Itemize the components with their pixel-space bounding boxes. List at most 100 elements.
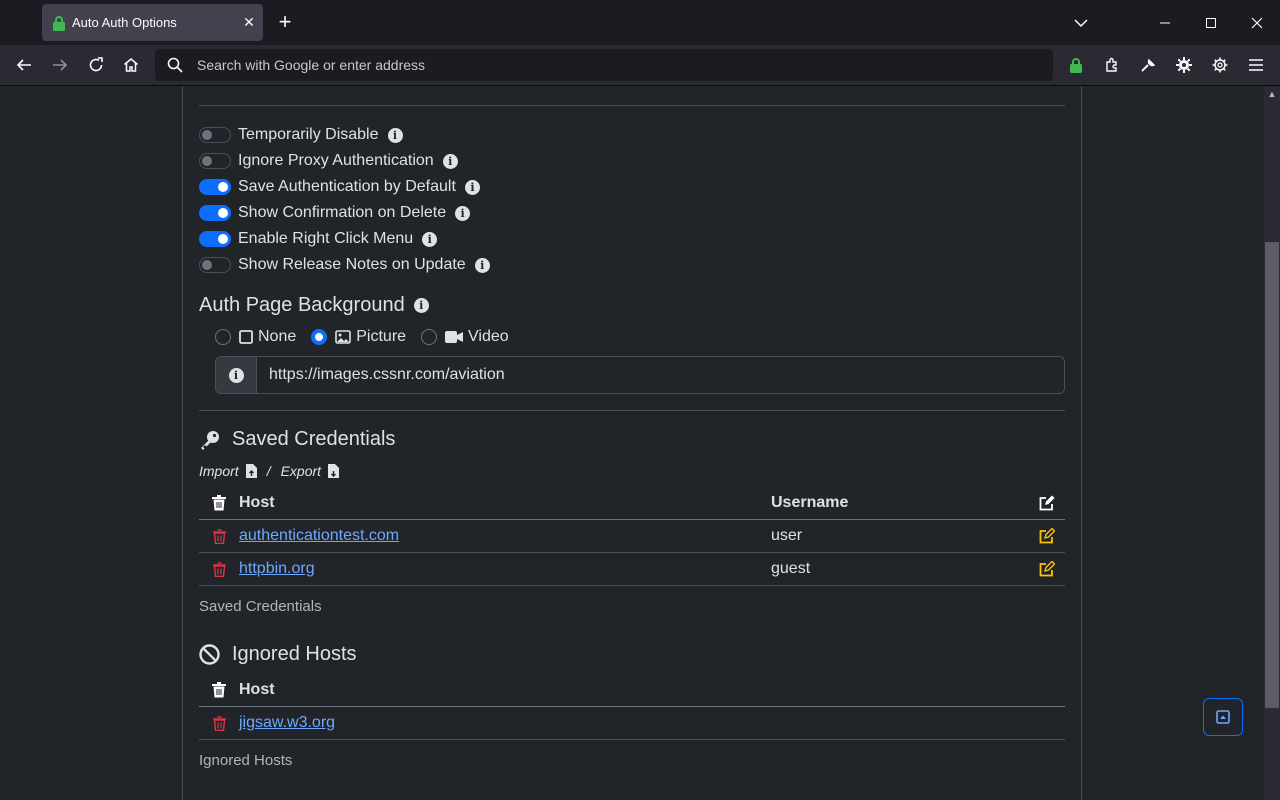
table-row: httpbin.org guest [199,553,1065,586]
ban-icon [199,644,220,665]
saved-credentials-title: Saved Credentials [232,428,396,450]
column-header-host: Host [239,494,275,511]
info-icon[interactable]: i [228,367,244,383]
forward-arrow-icon [53,59,68,71]
radio-video[interactable]: Video [421,328,509,346]
edit-icon [1039,561,1055,577]
option-label: Show Release Notes on Update [238,256,466,273]
file-import-icon[interactable] [245,464,257,478]
credentials-table-header: Host Username [199,487,1065,520]
maximize-button[interactable] [1188,0,1234,45]
toggle-switch[interactable] [199,179,231,195]
radio-button[interactable] [215,329,231,345]
background-radio-group: None Picture Video [215,326,524,348]
info-icon[interactable]: i [464,179,480,195]
export-link[interactable]: Export [281,463,321,479]
back-button[interactable] [8,49,40,81]
hamburger-menu-icon [1249,59,1263,71]
background-heading: Auth Page Background i [199,294,429,317]
tab-auto-auth-options[interactable]: Auto Auth Options ✕ [42,4,263,41]
host-link[interactable]: jigsaw.w3.org [239,714,335,731]
background-url-group: i [215,356,1065,394]
host-link[interactable]: httpbin.org [239,560,315,577]
toggle-switch[interactable] [199,153,231,169]
background-url-input[interactable] [257,357,1064,393]
app-menu-button[interactable] [1240,49,1272,81]
minimize-button[interactable] [1142,0,1188,45]
extension-auto-auth-button[interactable] [1060,49,1092,81]
radio-label: None [258,328,297,345]
radio-button[interactable] [311,329,328,345]
navigation-toolbar [0,45,1280,86]
home-button[interactable] [115,49,147,81]
extensions-button[interactable] [1096,49,1128,81]
settings-gear-icon [1212,57,1228,73]
column-header-username: Username [771,494,849,511]
background-heading-text: Auth Page Background [199,294,405,316]
square-icon [239,330,253,344]
delete-credential-button[interactable] [199,561,239,577]
ignored-hosts-table: Host jigsaw.w3.org [199,674,1065,740]
ignored-host: jigsaw.w3.org [239,714,771,732]
trash-icon [199,495,239,511]
url-input[interactable] [197,57,997,73]
credential-host: httpbin.org [239,560,771,578]
page-scrollbar[interactable]: ▲ [1264,86,1280,800]
trash-icon [212,715,226,731]
address-bar[interactable] [155,49,1053,81]
tab-bar: Auto Auth Options ✕ + [0,0,1280,45]
edit-credential-button[interactable] [1029,528,1065,544]
extension-gear-button[interactable] [1168,49,1200,81]
chevron-down-icon [1074,18,1088,27]
info-icon[interactable]: i [455,205,471,221]
toggle-switch[interactable] [199,257,231,273]
info-icon[interactable]: i [442,153,458,169]
info-icon[interactable]: i [413,298,429,313]
gear-icon [1176,57,1192,73]
scroll-up-arrow-icon[interactable]: ▲ [1264,86,1280,102]
delete-ignored-host-button[interactable] [199,715,239,731]
tools-button[interactable] [1132,49,1164,81]
toggle-switch[interactable] [199,231,231,247]
settings-button[interactable] [1204,49,1236,81]
reload-button[interactable] [80,49,112,81]
option-release-notes: Show Release Notes on Update i [199,252,490,278]
credential-host: authenticationtest.com [239,527,771,545]
wrench-icon [1141,58,1156,72]
delete-credential-button[interactable] [199,528,239,544]
info-icon[interactable]: i [474,257,490,273]
home-icon [124,58,138,72]
back-arrow-icon [16,59,31,71]
edit-credential-button[interactable] [1029,561,1065,577]
radio-button[interactable] [421,329,438,345]
file-export-icon[interactable] [328,464,340,478]
close-window-button[interactable] [1234,0,1280,45]
radio-picture[interactable]: Picture [311,328,406,346]
trash-icon [212,561,226,577]
image-icon [335,330,352,344]
video-camera-icon [445,331,464,343]
option-temporarily-disable: Temporarily Disable i [199,122,403,148]
info-icon[interactable]: i [387,127,403,143]
toggle-switch[interactable] [199,205,231,221]
back-to-top-button[interactable] [1203,698,1243,736]
scrollbar-thumb[interactable] [1265,242,1279,708]
forward-button[interactable] [44,49,76,81]
new-tab-button[interactable]: + [271,8,299,36]
credential-username: guest [771,560,811,577]
credential-username: user [771,527,803,544]
option-save-auth-default: Save Authentication by Default i [199,174,480,200]
host-link[interactable]: authenticationtest.com [239,527,399,544]
close-tab-icon[interactable]: ✕ [235,9,263,37]
list-all-tabs-button[interactable] [1058,0,1104,45]
radio-none[interactable]: None [215,328,296,346]
toggle-switch[interactable] [199,127,231,143]
credentials-table: Host Username authenticationtest.com use… [199,487,1065,586]
info-icon[interactable]: i [422,231,438,247]
column-header-host: Host [239,681,275,698]
option-label: Save Authentication by Default [238,178,456,195]
maximize-icon [1206,17,1216,28]
table-row: authenticationtest.com user [199,520,1065,553]
divider [199,410,1065,411]
import-link[interactable]: Import [199,463,239,479]
